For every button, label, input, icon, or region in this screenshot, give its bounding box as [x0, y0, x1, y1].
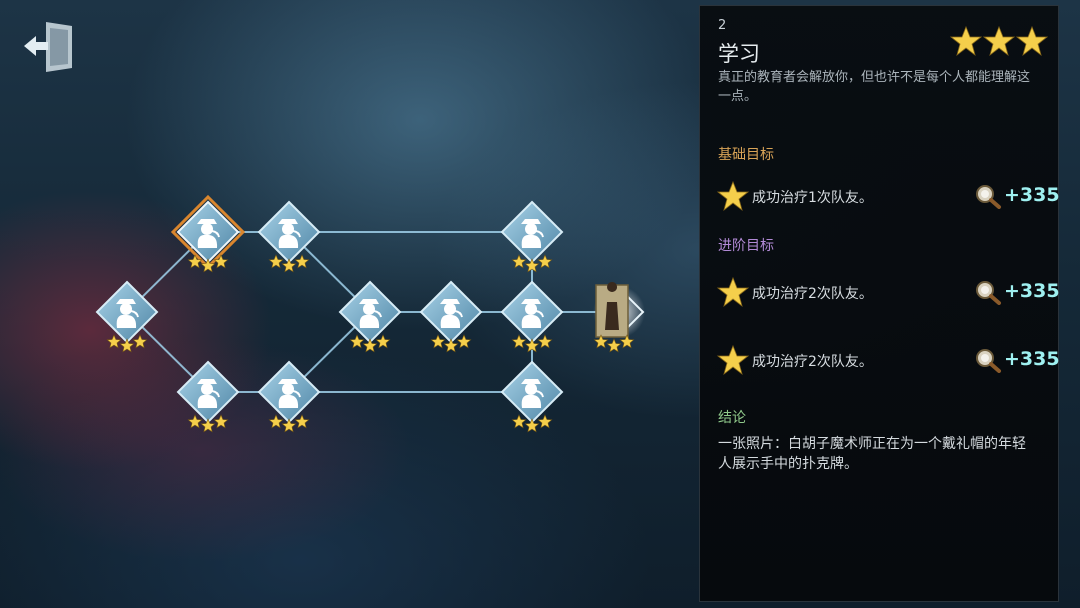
star-icon	[716, 344, 750, 376]
star-icon	[537, 414, 553, 429]
chapter-node[interactable]	[500, 360, 564, 433]
reward-value: +335	[1004, 280, 1060, 302]
star-icon	[375, 334, 391, 349]
chapter-number: 2	[718, 18, 727, 33]
reward-value: +335	[1004, 184, 1060, 206]
chapter-node[interactable]	[500, 200, 564, 273]
objective-text: 成功治疗2次队友。	[752, 354, 873, 370]
reward-value: +335	[1004, 348, 1060, 370]
objective-text: 成功治疗2次队友。	[752, 286, 873, 302]
chapter-node[interactable]	[500, 280, 564, 353]
star-icon	[430, 334, 446, 349]
star-icon	[294, 254, 310, 269]
chapter-node[interactable]	[170, 194, 246, 273]
star-icon	[132, 334, 148, 349]
star-icon	[456, 334, 472, 349]
magnifier-clue-icon	[976, 281, 1001, 305]
star-icon	[950, 25, 983, 57]
objective-row: 成功治疗2次队友。 +335	[716, 344, 1060, 376]
chapter-description: 真正的教育者会解放你，但也许不是每个人都能理解这一点。	[718, 70, 1031, 104]
star-icon	[511, 334, 527, 349]
chapter-star-rating	[950, 25, 1048, 57]
objective-row: 成功治疗1次队友。 +335	[716, 180, 1060, 212]
star-icon	[187, 414, 203, 429]
chapter-detail-panel: 2 学习 真正的教育者会解放你，但也许不是每个人都能理解这一点。 基础目标 成功…	[699, 5, 1060, 602]
star-icon	[537, 254, 553, 269]
star-icon	[106, 334, 122, 349]
star-icon	[511, 414, 527, 429]
star-icon	[982, 25, 1016, 57]
star-icon	[349, 334, 365, 349]
chapter-node[interactable]	[257, 200, 321, 273]
star-icon	[294, 414, 310, 429]
advanced-objective-label: 进阶目标	[718, 238, 774, 254]
star-icon	[606, 338, 622, 353]
star-icon	[1015, 25, 1048, 57]
chapter-node[interactable]	[419, 280, 483, 353]
conclusion-text: 一张照片：白胡子魔术师正在为一个戴礼帽的年轻人展示手中的扑克牌。	[718, 436, 1026, 472]
magnifier-clue-icon	[976, 349, 1001, 373]
star-icon	[213, 414, 229, 429]
chapter-node-portrait[interactable]	[593, 282, 645, 353]
star-icon	[268, 414, 284, 429]
star-icon	[716, 276, 750, 308]
magnifier-clue-icon	[976, 185, 1001, 209]
star-icon	[537, 334, 553, 349]
chapter-title: 学习	[718, 42, 760, 66]
star-icon	[511, 254, 527, 269]
star-icon	[268, 254, 284, 269]
objective-text: 成功治疗1次队友。	[752, 190, 873, 206]
conclusion-label: 结论	[718, 410, 746, 426]
basic-objective-label: 基础目标	[718, 147, 774, 163]
story-graph	[95, 194, 645, 433]
objective-row: 成功治疗2次队友。 +335	[716, 276, 1060, 308]
star-icon	[716, 180, 750, 212]
